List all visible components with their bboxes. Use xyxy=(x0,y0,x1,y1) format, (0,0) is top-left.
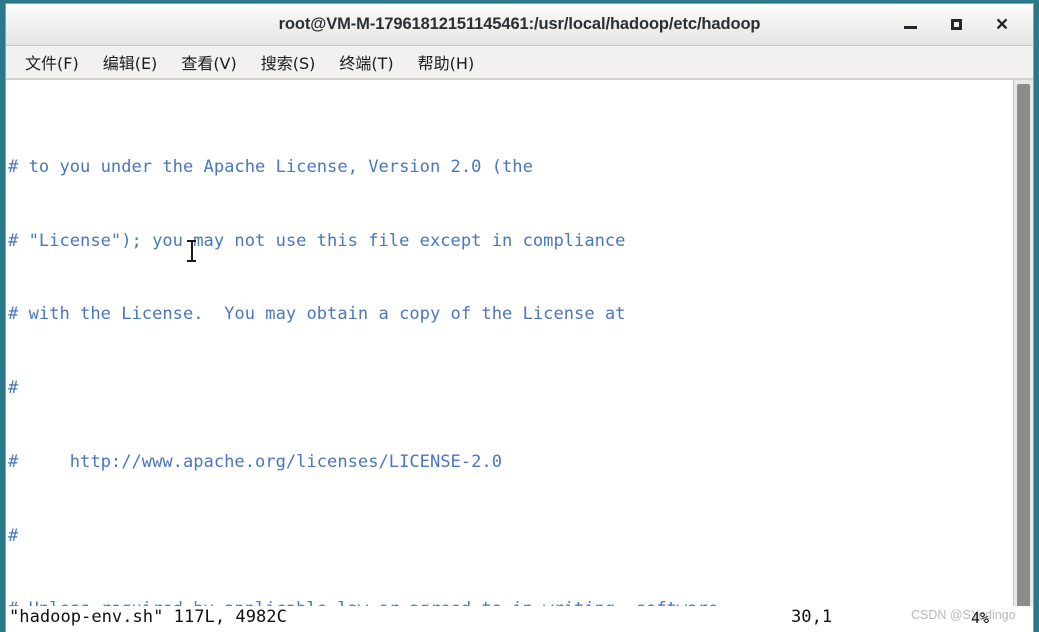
window-titlebar[interactable]: root@VM-M-17961812151145461:/usr/local/h… xyxy=(6,4,1033,46)
scrollbar-thumb[interactable] xyxy=(1017,84,1030,606)
editor-line: # to you under the Apache License, Versi… xyxy=(8,155,1013,180)
minimize-icon xyxy=(903,26,917,29)
line-text: # "License"); you may not use this file … xyxy=(8,230,626,251)
menu-item-help[interactable]: 帮助(H) xyxy=(409,48,484,76)
editor-line: # xyxy=(8,376,1013,401)
menu-item-terminal[interactable]: 终端(T) xyxy=(330,48,402,76)
line-text: # with the License. You may obtain a cop… xyxy=(8,304,626,325)
editor-line: # with the License. You may obtain a cop… xyxy=(8,302,1013,327)
editor-line: # "License"); you may not use this file … xyxy=(8,229,1013,254)
terminal-scrollbar[interactable] xyxy=(1013,80,1033,606)
terminal-window: root@VM-M-17961812151145461:/usr/local/h… xyxy=(5,3,1034,632)
csdn-watermark: CSDN @SYqdingo xyxy=(911,608,1016,622)
status-scroll-percent: 4% xyxy=(971,609,990,627)
vim-buffer[interactable]: # to you under the Apache License, Versi… xyxy=(6,80,1013,606)
minimize-button[interactable] xyxy=(887,4,933,45)
terminal-viewport[interactable]: # to you under the Apache License, Versi… xyxy=(6,79,1033,606)
window-controls: × xyxy=(887,4,1025,45)
menu-item-view[interactable]: 查看(V) xyxy=(172,48,245,76)
editor-line: # Unless required by applicable law or a… xyxy=(8,597,1013,606)
editor-line: # xyxy=(8,524,1013,549)
menu-item-edit[interactable]: 编辑(E) xyxy=(94,48,167,76)
editor-line: # http://www.apache.org/licenses/LICENSE… xyxy=(8,450,1013,475)
status-file-info: "hadoop-env.sh" 117L, 4982C xyxy=(9,607,287,627)
menu-item-search[interactable]: 搜索(S) xyxy=(252,48,325,76)
desktop-backdrop: root@VM-M-17961812151145461:/usr/local/h… xyxy=(0,0,1039,632)
maximize-icon xyxy=(950,19,962,30)
menu-item-file[interactable]: 文件(F) xyxy=(16,48,88,76)
window-title: root@VM-M-17961812151145461:/usr/local/h… xyxy=(278,15,761,33)
close-icon: × xyxy=(995,13,1009,36)
status-cursor-position: 30,1 xyxy=(791,607,833,627)
line-text: # xyxy=(8,378,19,399)
close-button[interactable]: × xyxy=(979,4,1025,45)
vim-statusline: "hadoop-env.sh" 117L, 4982C 30,1 CSDN @S… xyxy=(6,606,1033,632)
maximize-button[interactable] xyxy=(933,4,979,45)
menubar: 文件(F) 编辑(E) 查看(V) 搜索(S) 终端(T) 帮助(H) xyxy=(6,46,1033,79)
line-text: # to you under the Apache License, Versi… xyxy=(8,156,533,177)
line-text: # xyxy=(8,525,19,546)
line-text: # http://www.apache.org/licenses/LICENSE… xyxy=(8,451,502,472)
